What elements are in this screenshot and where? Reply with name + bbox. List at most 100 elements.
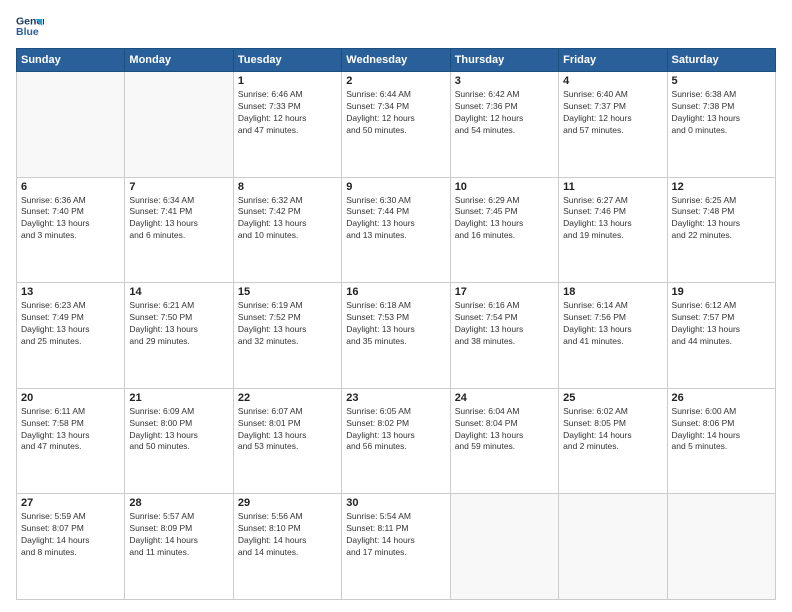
- calendar-cell: 30 Sunrise: 5:54 AM Sunset: 8:11 PM Dayli…: [342, 494, 450, 600]
- calendar-cell: 24Sunrise: 6:04 AM Sunset: 8:04 PM Dayli…: [450, 388, 558, 494]
- day-info: Sunrise: 5:59 AM Sunset: 8:07 PM Dayligh…: [21, 511, 120, 559]
- calendar-cell: 22 Sunrise: 6:07 AM Sunset: 8:01 PM Dayli…: [233, 388, 341, 494]
- day-number: 16: [346, 286, 445, 298]
- day-number: 21: [129, 392, 228, 404]
- calendar-cell: 2 Sunrise: 6:44 AM Sunset: 7:34 PM Daylig…: [342, 72, 450, 178]
- col-header-thursday: Thursday: [450, 49, 558, 72]
- day-info: Sunrise: 6:42 AM Sunset: 7:36 PM Dayligh…: [455, 89, 554, 137]
- calendar-cell: 6Sunrise: 6:36 AM Sunset: 7:40 PM Daylig…: [17, 177, 125, 283]
- day-info: Sunrise: 5:54 AM Sunset: 8:11 PM Dayligh…: [346, 511, 445, 559]
- calendar-cell: 18 Sunrise: 6:14 AM Sunset: 7:56 PM Dayli…: [559, 283, 667, 389]
- day-info: Sunrise: 6:12 AM Sunset: 7:57 PM Dayligh…: [672, 300, 771, 348]
- day-number: 25: [563, 392, 662, 404]
- day-info: Sunrise: 6:16 AM Sunset: 7:54 PM Dayligh…: [455, 300, 554, 348]
- day-number: 22: [238, 392, 337, 404]
- page: General Blue SundayMondayTuesdayWednesda…: [0, 0, 792, 612]
- calendar-cell: 5 Sunrise: 6:38 AM Sunset: 7:38 PM Daylig…: [667, 72, 775, 178]
- day-info: Sunrise: 6:29 AM Sunset: 7:45 PM Dayligh…: [455, 195, 554, 243]
- day-number: 8: [238, 181, 337, 193]
- day-number: 15: [238, 286, 337, 298]
- calendar-cell: 11 Sunrise: 6:27 AM Sunset: 7:46 PM Dayli…: [559, 177, 667, 283]
- day-number: 23: [346, 392, 445, 404]
- calendar-cell: 21 Sunrise: 6:09 AM Sunset: 8:00 PM Dayli…: [125, 388, 233, 494]
- calendar-cell: [17, 72, 125, 178]
- col-header-wednesday: Wednesday: [342, 49, 450, 72]
- calendar-cell: 19 Sunrise: 6:12 AM Sunset: 7:57 PM Dayli…: [667, 283, 775, 389]
- day-info: Sunrise: 6:21 AM Sunset: 7:50 PM Dayligh…: [129, 300, 228, 348]
- day-number: 28: [129, 497, 228, 509]
- day-info: Sunrise: 6:32 AM Sunset: 7:42 PM Dayligh…: [238, 195, 337, 243]
- col-header-saturday: Saturday: [667, 49, 775, 72]
- calendar-cell: 4 Sunrise: 6:40 AM Sunset: 7:37 PM Daylig…: [559, 72, 667, 178]
- calendar-cell: 15 Sunrise: 6:19 AM Sunset: 7:52 PM Dayli…: [233, 283, 341, 389]
- day-number: 6: [21, 181, 120, 193]
- day-info: Sunrise: 6:19 AM Sunset: 7:52 PM Dayligh…: [238, 300, 337, 348]
- day-info: Sunrise: 6:25 AM Sunset: 7:48 PM Dayligh…: [672, 195, 771, 243]
- day-number: 17: [455, 286, 554, 298]
- day-number: 11: [563, 181, 662, 193]
- calendar-cell: 13 Sunrise: 6:23 AM Sunset: 7:49 PM Dayli…: [17, 283, 125, 389]
- col-header-tuesday: Tuesday: [233, 49, 341, 72]
- day-info: Sunrise: 6:07 AM Sunset: 8:01 PM Dayligh…: [238, 406, 337, 454]
- day-number: 13: [21, 286, 120, 298]
- day-number: 2: [346, 75, 445, 87]
- calendar-table: SundayMondayTuesdayWednesdayThursdayFrid…: [16, 48, 776, 600]
- day-number: 26: [672, 392, 771, 404]
- calendar-cell: 25 Sunrise: 6:02 AM Sunset: 8:05 PM Dayli…: [559, 388, 667, 494]
- day-number: 10: [455, 181, 554, 193]
- calendar-cell: 27 Sunrise: 5:59 AM Sunset: 8:07 PM Dayli…: [17, 494, 125, 600]
- calendar-cell: 26 Sunrise: 6:00 AM Sunset: 8:06 PM Dayli…: [667, 388, 775, 494]
- day-info: Sunrise: 5:56 AM Sunset: 8:10 PM Dayligh…: [238, 511, 337, 559]
- day-info: Sunrise: 6:05 AM Sunset: 8:02 PM Dayligh…: [346, 406, 445, 454]
- day-info: Sunrise: 6:38 AM Sunset: 7:38 PM Dayligh…: [672, 89, 771, 137]
- calendar-cell: 29 Sunrise: 5:56 AM Sunset: 8:10 PM Dayli…: [233, 494, 341, 600]
- day-number: 29: [238, 497, 337, 509]
- calendar-cell: 9 Sunrise: 6:30 AM Sunset: 7:44 PM Daylig…: [342, 177, 450, 283]
- day-number: 5: [672, 75, 771, 87]
- day-info: Sunrise: 5:57 AM Sunset: 8:09 PM Dayligh…: [129, 511, 228, 559]
- day-info: Sunrise: 6:30 AM Sunset: 7:44 PM Dayligh…: [346, 195, 445, 243]
- day-info: Sunrise: 6:09 AM Sunset: 8:00 PM Dayligh…: [129, 406, 228, 454]
- calendar-cell: 12 Sunrise: 6:25 AM Sunset: 7:48 PM Dayli…: [667, 177, 775, 283]
- calendar-cell: 1Sunrise: 6:46 AM Sunset: 7:33 PM Daylig…: [233, 72, 341, 178]
- day-number: 27: [21, 497, 120, 509]
- logo-icon: General Blue: [16, 12, 44, 40]
- calendar-cell: 16 Sunrise: 6:18 AM Sunset: 7:53 PM Dayli…: [342, 283, 450, 389]
- calendar-cell: 14Sunrise: 6:21 AM Sunset: 7:50 PM Dayli…: [125, 283, 233, 389]
- svg-text:Blue: Blue: [16, 26, 39, 38]
- calendar-cell: 17 Sunrise: 6:16 AM Sunset: 7:54 PM Dayli…: [450, 283, 558, 389]
- calendar-cell: [559, 494, 667, 600]
- day-info: Sunrise: 6:14 AM Sunset: 7:56 PM Dayligh…: [563, 300, 662, 348]
- day-number: 12: [672, 181, 771, 193]
- day-number: 19: [672, 286, 771, 298]
- week-row-1: 1Sunrise: 6:46 AM Sunset: 7:33 PM Daylig…: [17, 72, 776, 178]
- calendar-cell: 20 Sunrise: 6:11 AM Sunset: 7:58 PM Dayli…: [17, 388, 125, 494]
- day-info: Sunrise: 6:18 AM Sunset: 7:53 PM Dayligh…: [346, 300, 445, 348]
- day-info: Sunrise: 6:34 AM Sunset: 7:41 PM Dayligh…: [129, 195, 228, 243]
- day-info: Sunrise: 6:44 AM Sunset: 7:34 PM Dayligh…: [346, 89, 445, 137]
- day-number: 20: [21, 392, 120, 404]
- day-number: 24: [455, 392, 554, 404]
- day-number: 18: [563, 286, 662, 298]
- day-info: Sunrise: 6:00 AM Sunset: 8:06 PM Dayligh…: [672, 406, 771, 454]
- day-info: Sunrise: 6:27 AM Sunset: 7:46 PM Dayligh…: [563, 195, 662, 243]
- day-number: 30: [346, 497, 445, 509]
- header: General Blue: [16, 12, 776, 40]
- calendar-cell: 8 Sunrise: 6:32 AM Sunset: 7:42 PM Daylig…: [233, 177, 341, 283]
- day-info: Sunrise: 6:23 AM Sunset: 7:49 PM Dayligh…: [21, 300, 120, 348]
- day-info: Sunrise: 6:02 AM Sunset: 8:05 PM Dayligh…: [563, 406, 662, 454]
- calendar-cell: [450, 494, 558, 600]
- col-header-monday: Monday: [125, 49, 233, 72]
- calendar-cell: 10 Sunrise: 6:29 AM Sunset: 7:45 PM Dayli…: [450, 177, 558, 283]
- week-row-3: 13 Sunrise: 6:23 AM Sunset: 7:49 PM Dayli…: [17, 283, 776, 389]
- day-info: Sunrise: 6:11 AM Sunset: 7:58 PM Dayligh…: [21, 406, 120, 454]
- week-row-5: 27 Sunrise: 5:59 AM Sunset: 8:07 PM Dayli…: [17, 494, 776, 600]
- day-number: 7: [129, 181, 228, 193]
- calendar-cell: 23 Sunrise: 6:05 AM Sunset: 8:02 PM Dayli…: [342, 388, 450, 494]
- day-number: 4: [563, 75, 662, 87]
- day-number: 3: [455, 75, 554, 87]
- day-info: Sunrise: 6:40 AM Sunset: 7:37 PM Dayligh…: [563, 89, 662, 137]
- day-number: 1: [238, 75, 337, 87]
- calendar-cell: 7 Sunrise: 6:34 AM Sunset: 7:41 PM Daylig…: [125, 177, 233, 283]
- day-number: 9: [346, 181, 445, 193]
